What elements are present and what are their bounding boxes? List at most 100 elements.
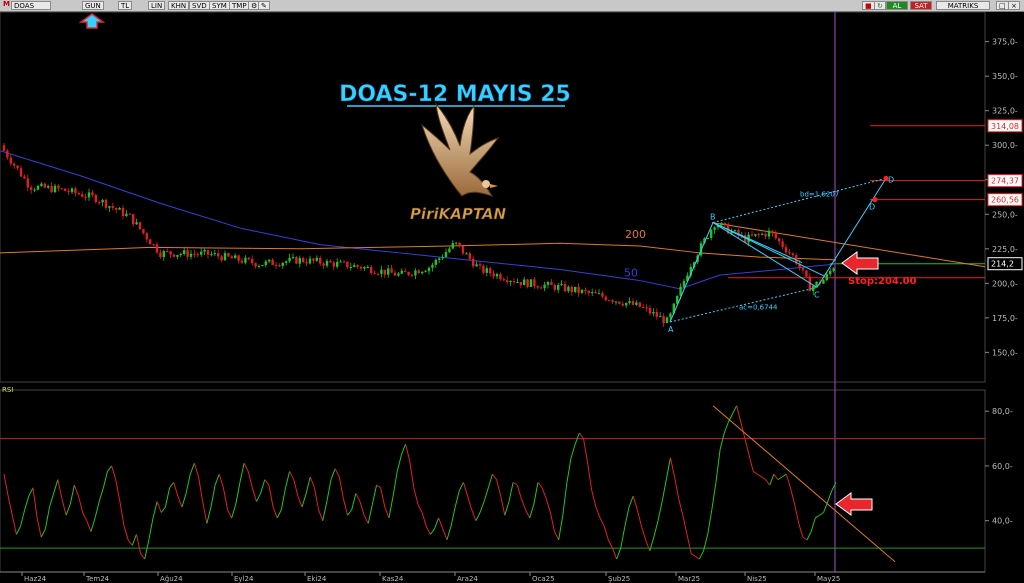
candle-body (635, 302, 638, 305)
price-tick-label: 375,0- (992, 38, 1018, 47)
candle-body (390, 268, 393, 273)
date-tick-label: Tem24 (85, 575, 110, 583)
candle-body (210, 254, 213, 256)
candle-body (533, 279, 536, 287)
buy-button[interactable]: AL (886, 1, 908, 10)
candle-body (285, 261, 288, 263)
candle-body (645, 307, 648, 309)
candle-body (60, 188, 63, 190)
candle-body (506, 280, 509, 283)
candle-body (825, 274, 828, 281)
candle-body (104, 199, 108, 208)
candle-body (125, 213, 128, 217)
sell-button[interactable]: SAT (910, 1, 932, 10)
candle-body (465, 253, 468, 255)
brush-icon[interactable]: ✎ (258, 1, 270, 10)
chart-area: 150,0-175,0-200,0-225,0-250,0-275,0-300,… (0, 12, 1023, 583)
date-tick-label: Şub25 (608, 575, 630, 583)
candle-body (237, 255, 240, 261)
pattern-point-label: D (888, 175, 894, 184)
candle-body (234, 255, 237, 259)
candle-body (332, 262, 335, 267)
candle-body (70, 188, 74, 193)
candle-body (380, 269, 383, 274)
candle-body (353, 265, 356, 267)
candle-button[interactable]: KHN (168, 1, 190, 10)
candle-body (9, 157, 12, 164)
volume-button[interactable]: SVD (189, 1, 210, 10)
candle-body (621, 303, 624, 306)
candle-body (376, 273, 380, 275)
refresh-icon[interactable]: ↻ (874, 1, 886, 10)
candle-body (421, 271, 424, 274)
candle-body (431, 264, 434, 268)
candle-body (271, 259, 274, 265)
currency-button[interactable]: TL (118, 1, 133, 10)
candle-body (121, 207, 125, 217)
candle-body (458, 242, 461, 246)
candle-body (264, 261, 267, 266)
candle-body (791, 253, 794, 256)
timeframe-button[interactable]: GUN (82, 1, 104, 10)
candle-body (774, 233, 777, 239)
date-tick-label: Nis25 (747, 575, 767, 583)
rsi-tick-label: 40,0- (992, 517, 1013, 526)
candle-body (604, 296, 607, 301)
candle-body (138, 222, 142, 230)
toolbar: M DOAS GUN TL LIN KHN SVD SYM TMP ⚙ ✎ ■ … (0, 0, 1024, 12)
candle-body (57, 185, 60, 189)
date-tick-label: Ara24 (457, 575, 478, 583)
ma-200-label: 200 (625, 228, 646, 241)
candle-body (13, 163, 16, 166)
candle-body (567, 286, 570, 292)
candle-body (64, 188, 67, 192)
matriks-button[interactable]: MATRIKS (936, 1, 990, 10)
candle-body (213, 253, 216, 255)
pattern-point-label: C (814, 290, 820, 299)
candle-body (312, 258, 315, 261)
linear-scale-button[interactable]: LIN (148, 1, 166, 10)
candle-body (577, 286, 580, 293)
candle-body (669, 313, 672, 318)
color-icon[interactable]: ■ (862, 1, 875, 10)
candle-body (261, 265, 264, 267)
price-label: 214,2 (991, 260, 1014, 269)
candle-body (295, 256, 298, 264)
price-label: 260,56 (991, 196, 1019, 205)
candle-body (608, 300, 611, 302)
candle-body (40, 183, 43, 186)
maximize-icon[interactable]: □ (996, 1, 1009, 10)
candle-body (325, 260, 329, 266)
symbol-compare-button[interactable]: SYM (209, 1, 230, 10)
candle-body (536, 286, 539, 288)
candle-body (387, 268, 390, 275)
candle-body (448, 248, 451, 253)
candle-body (553, 284, 556, 290)
candle-body (393, 272, 397, 276)
candle-body (257, 265, 261, 267)
candle-body (427, 267, 431, 272)
candle-body (2, 145, 6, 151)
candle-body (47, 186, 50, 188)
candle-body (30, 187, 33, 190)
candle-body (570, 286, 573, 292)
candle-body (363, 267, 366, 269)
pattern-point-label: D (869, 203, 875, 212)
pattern-point-label: A (668, 325, 674, 334)
candle-body (176, 255, 179, 257)
template-button[interactable]: TMP (229, 1, 250, 10)
rsi-tick-label: 80,0- (992, 407, 1013, 416)
candle-body (329, 260, 332, 263)
candle-body (118, 207, 121, 210)
candle-body (580, 289, 584, 293)
candle-body (601, 293, 604, 297)
close-icon[interactable]: × (1008, 1, 1020, 10)
candle-body (227, 253, 230, 257)
candle-body (16, 165, 19, 169)
symbol-field[interactable]: DOAS (11, 1, 51, 10)
candle-body (254, 263, 257, 267)
candle-body (373, 273, 376, 275)
candle-body (475, 264, 478, 267)
candle-body (461, 245, 465, 254)
candle-body (414, 270, 417, 276)
